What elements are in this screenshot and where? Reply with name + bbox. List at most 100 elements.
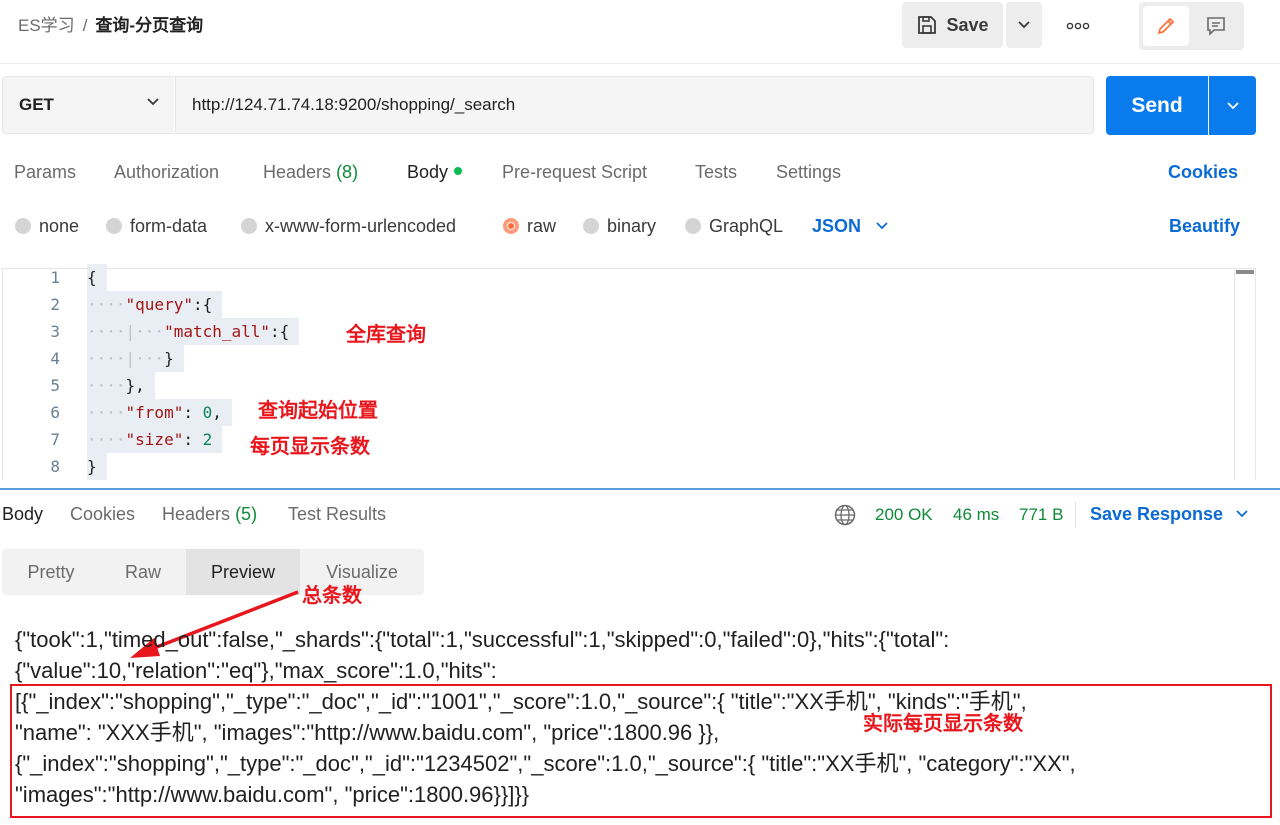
chevron-down-icon <box>1018 21 1030 29</box>
radio-graphql[interactable]: GraphQL <box>685 214 783 238</box>
edit-mode-button[interactable] <box>1143 6 1189 46</box>
code-punct: } <box>164 349 174 368</box>
radio-label: GraphQL <box>709 216 784 236</box>
radio-x-www-form-urlencoded[interactable]: x-www-form-urlencoded <box>241 214 456 238</box>
breadcrumb-separator: / <box>82 16 88 35</box>
code-line: { <box>87 264 107 291</box>
line-number: 3 <box>50 322 60 341</box>
response-time[interactable]: 46 ms <box>953 503 999 527</box>
annotation-match-all: 全库查询 <box>346 322 426 346</box>
tab-authorization[interactable]: Authorization <box>114 160 219 184</box>
code-punct: }, <box>125 376 145 395</box>
code-punct: :{ <box>270 322 290 341</box>
documentation-button[interactable] <box>1193 6 1239 46</box>
radio-label: x-www-form-urlencoded <box>265 216 457 236</box>
page-title[interactable]: 查询-分页查询 <box>95 16 203 35</box>
line-number: 8 <box>50 457 60 476</box>
save-response-label: Save Response <box>1090 504 1224 524</box>
method-select[interactable]: GET <box>2 76 174 134</box>
response-tab-test-results[interactable]: Test Results <box>288 502 386 526</box>
tab-label: Authorization <box>114 162 220 182</box>
format-select[interactable]: JSON <box>812 214 889 238</box>
code-line: ····|···"match_all":{ <box>87 318 300 345</box>
response-tab-cookies[interactable]: Cookies <box>70 502 135 526</box>
code-punct: : <box>183 430 203 449</box>
divider <box>0 63 1280 64</box>
code-line: ····"from": 0, <box>87 399 232 426</box>
save-icon <box>918 16 937 34</box>
save-button[interactable]: Save <box>902 2 1003 48</box>
save-dropdown-button[interactable] <box>1006 2 1042 48</box>
response-body-line: {"value":10,"relation":"eq"},"max_score"… <box>15 658 497 683</box>
code-key: "match_all" <box>164 322 271 341</box>
tab-tests[interactable]: Tests <box>695 160 737 184</box>
radio-circle <box>15 218 31 234</box>
code-indent: ···· <box>87 376 126 395</box>
radio-raw[interactable]: raw <box>503 214 556 238</box>
send-button[interactable]: Send <box>1106 76 1208 135</box>
response-tab-headers[interactable]: Headers (5) <box>162 502 257 526</box>
radio-label: form-data <box>130 216 208 236</box>
format-value: JSON <box>812 216 862 236</box>
radio-label: raw <box>527 216 557 236</box>
tab-pre-request-script[interactable]: Pre-request Script <box>502 160 647 184</box>
chevron-down-icon <box>147 98 159 106</box>
breadcrumb: ES学习 / 查询-分页查询 <box>18 14 203 38</box>
radio-binary[interactable]: binary <box>583 214 656 238</box>
code-key: "query" <box>125 295 193 314</box>
annotation-size: 每页显示条数 <box>250 434 370 458</box>
radio-circle <box>106 218 122 234</box>
chevron-down-icon <box>1236 510 1248 518</box>
tab-body[interactable]: Body <box>407 160 463 184</box>
status-code[interactable]: 200 OK <box>875 503 933 527</box>
view-mode-pretty[interactable]: Pretty <box>2 549 100 595</box>
radio-form-data[interactable]: form-data <box>106 214 207 238</box>
radio-label: none <box>39 216 80 236</box>
tab-count: (5) <box>235 504 258 524</box>
beautify-link[interactable]: Beautify <box>1169 214 1240 238</box>
chevron-down-icon <box>876 222 888 230</box>
code-indent: ···· <box>87 403 126 422</box>
tab-label: Body <box>407 162 449 182</box>
globe-icon[interactable] <box>833 503 857 527</box>
response-size[interactable]: 771 B <box>1019 503 1063 527</box>
pane-splitter[interactable] <box>0 488 1280 490</box>
response-body-line: {"took":1,"timed_out":false,"_shards":{"… <box>15 627 950 652</box>
save-response-button[interactable]: Save Response <box>1090 502 1249 526</box>
tab-label: Settings <box>776 162 842 182</box>
radio-none[interactable]: none <box>15 214 79 238</box>
tab-settings[interactable]: Settings <box>776 160 841 184</box>
tab-label: Cookies <box>70 504 136 524</box>
response-tab-body[interactable]: Body <box>2 502 43 526</box>
more-options-button[interactable] <box>1060 14 1096 38</box>
pencil-icon <box>1157 17 1175 35</box>
code-indent: ····|··· <box>87 322 165 341</box>
cookies-link[interactable]: Cookies <box>1168 160 1238 184</box>
url-input[interactable]: http://124.71.74.18:9200/shopping/_searc… <box>175 76 1094 134</box>
code-number: 2 <box>202 430 213 449</box>
tab-label: Tests <box>695 162 738 182</box>
code-line: ····|···} <box>87 345 184 372</box>
code-punct: } <box>87 457 97 476</box>
save-label: Save <box>946 14 989 35</box>
breadcrumb-parent[interactable]: ES学习 <box>18 16 75 35</box>
editor-scrollbar[interactable] <box>1234 270 1255 480</box>
code-line: ····"size": 2 <box>87 426 223 453</box>
tab-params[interactable]: Params <box>14 160 76 184</box>
send-dropdown-button[interactable] <box>1209 76 1256 135</box>
code-line: ····}, <box>87 372 155 399</box>
comment-icon <box>1207 17 1225 36</box>
code-line: } <box>87 453 107 480</box>
tab-count: (8) <box>336 162 359 182</box>
tab-label: Params <box>14 162 77 182</box>
scrollbar-thumb[interactable] <box>1236 270 1254 274</box>
tab-label: Body <box>2 504 44 524</box>
method-value: GET <box>19 95 54 114</box>
annotation-box <box>10 684 1272 818</box>
tab-label: Pre-request Script <box>502 162 648 182</box>
code-punct: { <box>87 268 97 287</box>
tab-label: Test Results <box>288 504 387 524</box>
url-value: http://124.71.74.18:9200/shopping/_searc… <box>192 95 516 114</box>
tab-headers[interactable]: Headers (8) <box>263 160 358 184</box>
line-number: 6 <box>50 403 60 422</box>
